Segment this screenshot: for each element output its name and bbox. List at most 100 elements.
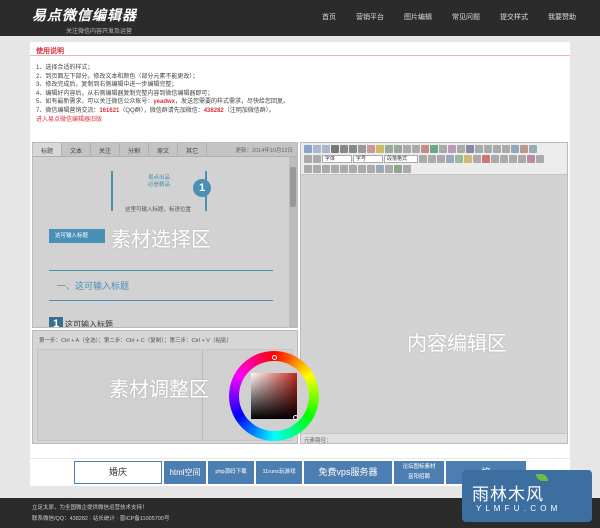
- search-replace-icon[interactable]: [536, 155, 544, 163]
- undo-icon[interactable]: [313, 145, 321, 153]
- time-icon[interactable]: [518, 155, 526, 163]
- image-icon[interactable]: [446, 155, 454, 163]
- redo-icon[interactable]: [322, 145, 330, 153]
- emoji-icon[interactable]: [464, 155, 472, 163]
- help-icon[interactable]: [403, 165, 411, 173]
- row-spacing-icon[interactable]: [466, 145, 474, 153]
- shade-marker[interactable]: [293, 415, 298, 420]
- list-icon[interactable]: [385, 145, 393, 153]
- step-5-prefix: 5、如有最新需求，可以关注微信公众账号：: [36, 99, 154, 106]
- nav-home[interactable]: 首页: [322, 12, 336, 22]
- ad-games[interactable]: 11runs玩游戏: [256, 461, 302, 484]
- nav-submit-style[interactable]: 提交样式: [500, 12, 528, 22]
- split-cells-icon[interactable]: [367, 165, 375, 173]
- tab-text[interactable]: 文本: [62, 143, 92, 156]
- ad-html-space[interactable]: html空间: [164, 461, 206, 484]
- step-3: 3、修改完成后，复制到右侧编辑中进一步编辑完整；: [36, 82, 178, 89]
- circle-number: 1: [193, 179, 211, 197]
- video-icon[interactable]: [455, 155, 463, 163]
- tab-other[interactable]: 其它: [178, 143, 208, 156]
- content-editor[interactable]: 字体 字号 段落格式 内容编辑区 元素路径：: [300, 142, 568, 444]
- table-insert-icon[interactable]: [304, 165, 312, 173]
- underline-icon[interactable]: [349, 145, 357, 153]
- italic-icon[interactable]: [340, 145, 348, 153]
- update-date: 更新：2014年10月12日: [235, 148, 293, 154]
- ordered-list-icon[interactable]: [394, 145, 402, 153]
- ad-php-source[interactable]: php源码下载: [208, 461, 254, 484]
- align-center-icon[interactable]: [484, 145, 492, 153]
- spacing-icon[interactable]: [437, 155, 445, 163]
- ad-forum-icons[interactable]: 论坛图标素材 富阳招聘: [394, 461, 444, 484]
- merge-cells-icon[interactable]: [358, 165, 366, 173]
- font-color-icon[interactable]: [367, 145, 375, 153]
- col-insert-icon[interactable]: [340, 165, 348, 173]
- unlink-icon[interactable]: [520, 145, 528, 153]
- indent-first-icon[interactable]: [419, 155, 427, 163]
- margin-icon[interactable]: [428, 155, 436, 163]
- font-select[interactable]: 字体: [322, 155, 352, 163]
- row-insert-icon[interactable]: [322, 165, 330, 173]
- tab-divider[interactable]: 分割: [120, 143, 150, 156]
- site-logo[interactable]: 易点微信编辑器 关注微信内容开发及运营: [32, 5, 137, 35]
- clear-doc-icon[interactable]: [457, 145, 465, 153]
- quote-icon[interactable]: [439, 145, 447, 153]
- hr-icon[interactable]: [500, 155, 508, 163]
- select-all-icon[interactable]: [448, 145, 456, 153]
- outdent-icon[interactable]: [412, 145, 420, 153]
- nav-marketing[interactable]: 营销平台: [356, 12, 384, 22]
- editor-toolbar: 字体 字号 段落格式: [301, 143, 567, 175]
- qq-group: 161621: [99, 107, 120, 114]
- nav-sponsor[interactable]: 我要赞助: [548, 12, 576, 22]
- heading-icon[interactable]: [313, 155, 321, 163]
- align-justify-icon[interactable]: [502, 145, 510, 153]
- col-delete-icon[interactable]: [349, 165, 357, 173]
- align-left-icon[interactable]: [475, 145, 483, 153]
- print-icon[interactable]: [376, 165, 384, 173]
- preview-icon[interactable]: [385, 165, 393, 173]
- main-nav: 首页 营销平台 图片编辑 常见问题 提交样式 我要赞助: [302, 12, 576, 22]
- old-version-link[interactable]: 进入易点微信编辑器旧版: [36, 116, 289, 125]
- material-scrollbar[interactable]: [289, 157, 297, 327]
- material-selection-area: 标题 文本 关注 分割 原文 其它 更新：2014年10月12日 易点出品 必是…: [32, 142, 298, 328]
- nav-faq[interactable]: 常见问题: [452, 12, 480, 22]
- format-select[interactable]: 段落格式: [384, 155, 418, 163]
- tab-title[interactable]: 标题: [33, 143, 63, 156]
- align-right-icon[interactable]: [493, 145, 501, 153]
- blue-title-template[interactable]: 这可输入标题: [49, 229, 105, 243]
- drafts-icon[interactable]: [394, 165, 402, 173]
- code-icon[interactable]: [491, 155, 499, 163]
- numbered-block-template[interactable]: 1: [49, 317, 63, 327]
- special-char-icon[interactable]: [527, 155, 535, 163]
- scrollbar-thumb[interactable]: [290, 167, 296, 207]
- bold-icon[interactable]: [331, 145, 339, 153]
- row-delete-icon[interactable]: [331, 165, 339, 173]
- tab-original[interactable]: 原文: [149, 143, 179, 156]
- saturation-square[interactable]: [251, 373, 297, 419]
- clear-format-icon[interactable]: [421, 145, 429, 153]
- color-picker[interactable]: [229, 351, 319, 441]
- anchor-icon[interactable]: [529, 145, 537, 153]
- ad-free-vps[interactable]: 免费vps服务器: [304, 461, 392, 484]
- link-icon[interactable]: [511, 145, 519, 153]
- tab-follow[interactable]: 关注: [91, 143, 121, 156]
- indent-icon[interactable]: [403, 145, 411, 153]
- table-delete-icon[interactable]: [313, 165, 321, 173]
- date-icon[interactable]: [509, 155, 517, 163]
- wechat-account: yeadwx: [153, 99, 176, 106]
- table-icon[interactable]: [473, 155, 481, 163]
- paragraph-icon[interactable]: [304, 155, 312, 163]
- title-divider: [30, 55, 570, 56]
- toolbar-row-3: [304, 165, 411, 174]
- highlight-icon[interactable]: [376, 145, 384, 153]
- source-icon[interactable]: [304, 145, 312, 153]
- strike-icon[interactable]: [358, 145, 366, 153]
- section-heading-template[interactable]: 一、这可输入标题: [57, 279, 129, 292]
- ylmf-watermark: 雨林木风 Y L M F U . C O M: [462, 470, 592, 522]
- size-select[interactable]: 字号: [353, 155, 383, 163]
- nav-image-edit[interactable]: 图片编辑: [404, 12, 432, 22]
- bracket-text: 易点出品 必是精品: [129, 175, 189, 189]
- map-icon[interactable]: [482, 155, 490, 163]
- hue-marker[interactable]: [272, 355, 277, 360]
- brush-icon[interactable]: [430, 145, 438, 153]
- ad-wedding[interactable]: 婚庆: [74, 461, 162, 484]
